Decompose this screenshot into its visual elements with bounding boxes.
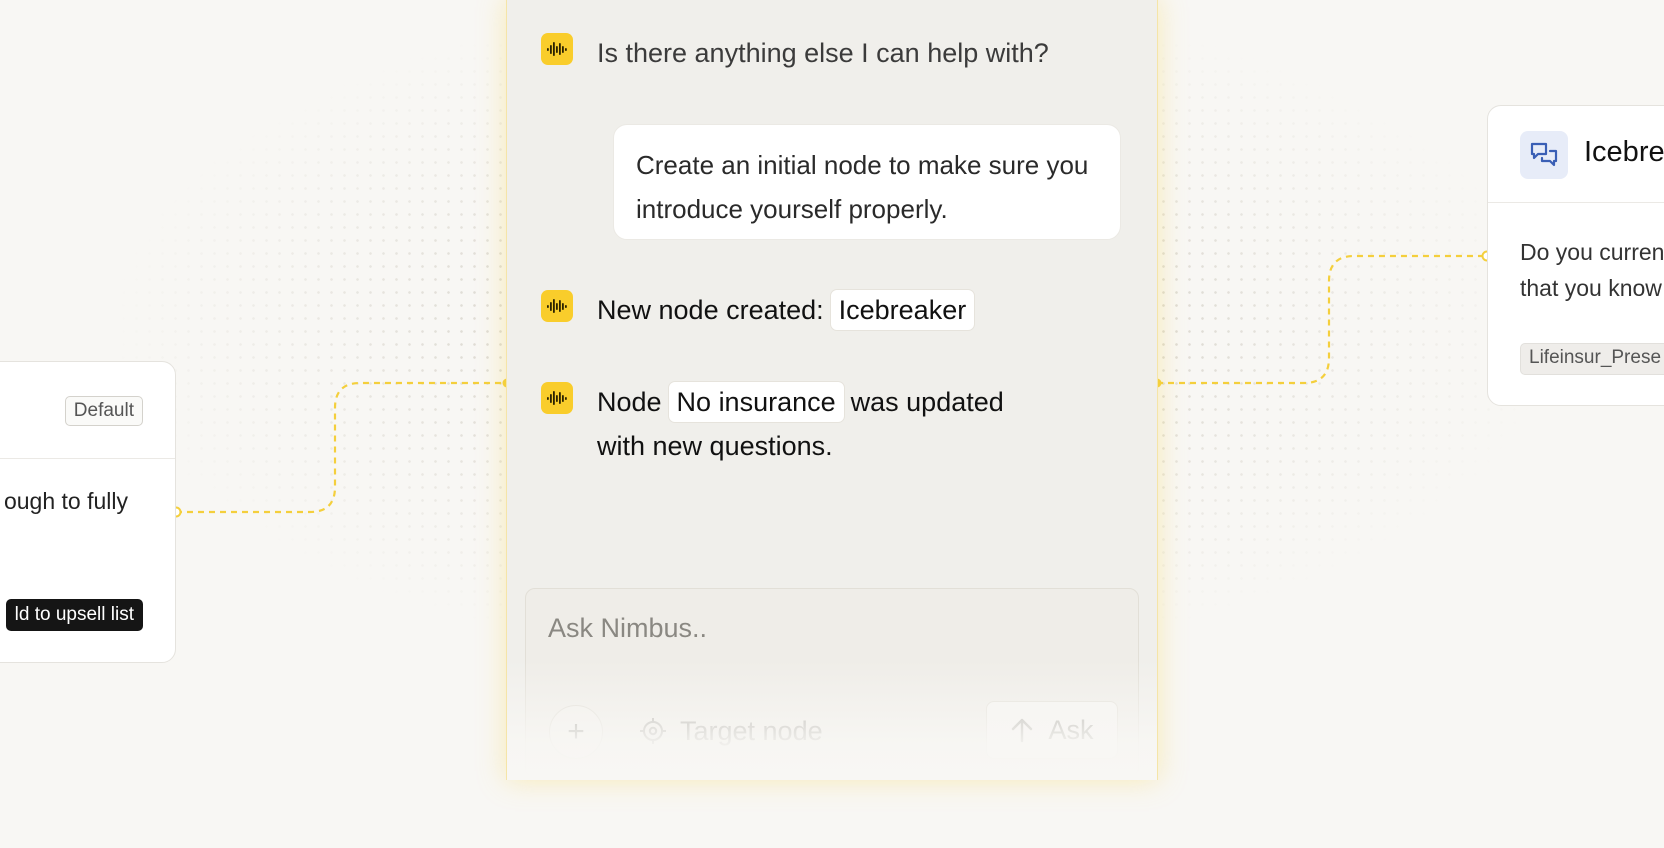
message-suffix: was updated [850,387,1004,417]
assistant-message: New node created: Icebreaker [541,288,981,332]
target-node-button[interactable]: Target node [638,705,823,757]
question-line-2: that you know [1520,275,1662,301]
crosshair-icon [640,718,666,744]
node-chip-icebreaker[interactable]: Icebreaker [829,289,976,331]
nimbus-waveform-icon [541,33,573,65]
left-node-card-text: ough to fully [3,488,128,514]
ask-button[interactable]: Ask [986,701,1118,759]
assistant-message-text: Node No insurance was updated with new que… [597,380,1004,468]
ask-label: Ask [1048,714,1094,745]
nimbus-chat-panel: Is there anything else I can help with? … [506,0,1158,780]
left-node-card-header: Default [0,362,175,459]
ask-nimbus-input[interactable] [548,613,1108,644]
chat-bubbles-icon [1520,131,1568,179]
assistant-message: Is there anything else I can help with? [541,31,1049,75]
nimbus-waveform-icon [541,382,573,414]
default-badge: Default [64,396,143,426]
arrow-up-icon [1012,718,1033,743]
icebreaker-node-card[interactable]: Icebre Do you curren that you know Lifei… [1487,105,1664,406]
chat-composer: + Target node Ask [525,588,1139,778]
add-attachment-button[interactable]: + [549,705,603,759]
message-prefix: New node created: [597,295,824,325]
node-title: Icebre [1584,136,1664,168]
upsell-action-tag[interactable]: ld to upsell list [5,599,143,631]
target-node-label: Target node [680,715,823,746]
assistant-message-text: New node created: Icebreaker [597,288,981,332]
message-suffix-line-2: with new questions. [597,431,833,461]
icebreaker-node-card-header: Icebre [1488,106,1664,203]
user-message-bubble: Create an initial node to make sure you … [613,124,1121,240]
message-prefix: Node [597,387,662,417]
plus-icon: + [567,715,585,748]
node-chip-no-insurance[interactable]: No insurance [667,381,845,423]
question-line-1: Do you curren [1520,239,1664,265]
icebreaker-node-question: Do you curren that you know [1520,234,1664,306]
assistant-message-text: Is there anything else I can help with? [597,38,1049,68]
left-node-card[interactable]: Default ough to fully ld to upsell list [0,361,176,663]
nimbus-waveform-icon [541,290,573,322]
variable-tag[interactable]: Lifeinsur_Prese [1520,343,1664,375]
assistant-message: Node No insurance was updated with new que… [541,380,1004,468]
